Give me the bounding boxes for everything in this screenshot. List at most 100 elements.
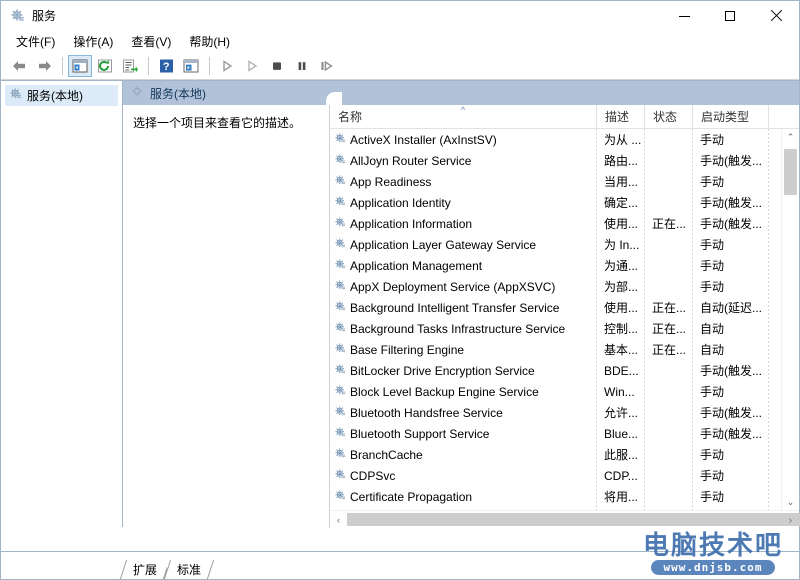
table-row[interactable]: Application Information 使用... 正在... 手动(触发..… — [330, 213, 782, 234]
bottom-tab-bar: 扩展 标准 — [1, 551, 799, 579]
table-row[interactable]: Bluetooth Handsfree Service 允许... 手动(触发... — [330, 402, 782, 423]
cell-service-name: Application Information — [330, 216, 596, 232]
menu-file[interactable]: 文件(F) — [7, 32, 64, 52]
cell-service-name: Bluetooth Handsfree Service — [330, 405, 596, 421]
table-row[interactable]: Certificate Propagation 将用... 手动 — [330, 486, 782, 507]
service-gear-icon — [334, 216, 347, 232]
table-row[interactable]: App Readiness 当用... 手动 — [330, 171, 782, 192]
column-header-startup-type[interactable]: 启动类型 — [692, 105, 768, 128]
forward-button[interactable] — [32, 55, 56, 77]
play-outline-icon — [248, 60, 258, 72]
list-horizontal-scrollbar[interactable]: ‹ › — [330, 510, 800, 528]
window-controls — [661, 1, 799, 31]
cell-startup-type: 手动 — [700, 280, 725, 294]
service-name-label: Background Tasks Infrastructure Service — [350, 321, 566, 336]
export-list-button[interactable] — [118, 55, 142, 77]
export-list-icon — [123, 59, 138, 73]
table-row[interactable]: AppX Deployment Service (AppXSVC) 为部... 手动 — [330, 276, 782, 297]
cell-startup-type: 手动 — [700, 133, 725, 147]
table-row[interactable]: CDPSvc CDP... 手动 — [330, 465, 782, 486]
service-name-label: Application Layer Gateway Service — [350, 237, 537, 252]
properties-icon — [183, 59, 199, 73]
cell-startup-type: 手动 — [700, 469, 725, 483]
tree-item-services-local[interactable]: 服务(本地) — [5, 85, 118, 106]
menu-view[interactable]: 查看(V) — [122, 32, 180, 52]
restart-service-button[interactable] — [240, 55, 264, 77]
cell-service-name: Certificate Propagation — [330, 489, 596, 505]
tab-extended[interactable]: 扩展 — [119, 560, 171, 579]
table-row[interactable]: AllJoyn Router Service 路由... 手动(触发... — [330, 150, 782, 171]
close-button[interactable] — [753, 1, 799, 31]
service-gear-icon — [334, 279, 347, 295]
table-row[interactable]: Application Identity 确定... 手动(触发... — [330, 192, 782, 213]
cell-description: CDP... — [604, 468, 638, 483]
cell-description: 控制... — [604, 322, 639, 336]
scroll-up-arrow-icon[interactable]: ⌃ — [782, 129, 799, 146]
column-header-description[interactable]: 描述 — [596, 105, 644, 128]
tab-standard-label: 标准 — [177, 563, 202, 577]
scroll-left-arrow-icon[interactable]: ‹ — [330, 511, 347, 528]
service-name-label: Base Filtering Engine — [350, 342, 465, 357]
pause-service-button[interactable] — [290, 55, 314, 77]
show-hide-console-tree-button[interactable] — [68, 55, 92, 77]
service-gear-icon — [334, 363, 347, 379]
table-row[interactable]: BitLocker Drive Encryption Service BDE...… — [330, 360, 782, 381]
back-button[interactable] — [7, 55, 31, 77]
stop-service-button[interactable] — [265, 55, 289, 77]
menu-action[interactable]: 操作(A) — [64, 32, 122, 52]
table-row[interactable]: Base Filtering Engine 基本... 正在... 自动 — [330, 339, 782, 360]
cell-description: 路由... — [604, 154, 639, 168]
service-gear-icon — [334, 405, 347, 421]
cell-startup-type: 自动(延迟... — [700, 301, 762, 315]
table-row[interactable]: BranchCache 此服... 手动 — [330, 444, 782, 465]
cell-description: 使用... — [604, 301, 639, 315]
scroll-down-arrow-icon[interactable]: ⌄ — [782, 494, 799, 511]
vertical-scrollbar-thumb[interactable] — [784, 149, 797, 195]
cell-startup-type: 手动 — [700, 448, 725, 462]
table-row[interactable]: Bluetooth Support Service Blue... 手动(触发... — [330, 423, 782, 444]
minimize-button[interactable] — [661, 1, 707, 31]
description-pane: 选择一个项目来查看它的描述。 — [123, 105, 329, 528]
cell-service-name: Block Level Backup Engine Service — [330, 384, 596, 400]
column-header-name[interactable]: 名称 ^ — [330, 105, 596, 128]
result-pane-title: 服务(本地) — [150, 86, 206, 101]
maximize-button[interactable] — [707, 1, 753, 31]
view-tabs: 扩展 标准 — [119, 558, 215, 579]
panes: 选择一个项目来查看它的描述。 名称 ^ 描述 状态 启动类型 ActiveX I… — [123, 105, 800, 528]
refresh-icon — [98, 59, 112, 73]
service-gear-icon — [334, 153, 347, 169]
refresh-button[interactable] — [93, 55, 117, 77]
service-gear-icon — [334, 426, 347, 442]
svg-text:?: ? — [162, 61, 169, 73]
service-name-label: Certificate Propagation — [350, 489, 473, 504]
properties-button[interactable] — [179, 55, 203, 77]
table-row[interactable]: Block Level Backup Engine Service Win... 手… — [330, 381, 782, 402]
column-header-logon-as[interactable] — [768, 105, 799, 128]
cell-service-name: Application Layer Gateway Service — [330, 237, 596, 253]
table-row[interactable]: Application Layer Gateway Service 为 In...… — [330, 234, 782, 255]
cell-status: 正在... — [652, 343, 687, 357]
cell-description: 为 In... — [604, 238, 640, 252]
table-row[interactable]: Background Tasks Infrastructure Service 控… — [330, 318, 782, 339]
table-row[interactable]: ActiveX Installer (AxInstSV) 为从 ... 手动 — [330, 129, 782, 150]
column-header-status[interactable]: 状态 — [644, 105, 692, 128]
horizontal-scrollbar-thumb[interactable] — [347, 513, 800, 526]
service-name-label: AppX Deployment Service (AppXSVC) — [350, 279, 556, 294]
services-list-rows[interactable]: ActiveX Installer (AxInstSV) 为从 ... 手动 All… — [330, 129, 782, 511]
resume-service-button[interactable] — [315, 55, 339, 77]
cell-startup-type: 手动 — [700, 238, 725, 252]
tab-standard[interactable]: 标准 — [163, 560, 215, 579]
column-header-status-label: 状态 — [653, 110, 678, 124]
list-vertical-scrollbar[interactable]: ⌃ ⌄ — [781, 129, 799, 511]
start-service-button[interactable] — [215, 55, 239, 77]
help-button[interactable]: ? — [154, 55, 178, 77]
table-row[interactable]: Background Intelligent Transfer Service 使… — [330, 297, 782, 318]
menu-help[interactable]: 帮助(H) — [180, 32, 239, 52]
cell-service-name: AppX Deployment Service (AppXSVC) — [330, 279, 596, 295]
cell-description: Blue... — [604, 426, 639, 441]
scroll-right-arrow-icon[interactable]: › — [782, 511, 799, 528]
resume-icon — [321, 60, 333, 72]
service-name-label: ActiveX Installer (AxInstSV) — [350, 132, 497, 147]
table-row[interactable]: Application Management 为通... 手动 — [330, 255, 782, 276]
service-gear-icon — [334, 174, 347, 190]
